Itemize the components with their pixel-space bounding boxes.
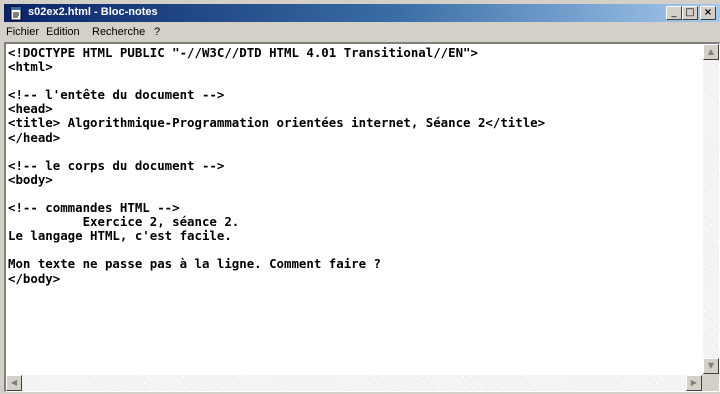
menu-fichier[interactable]: Fichier	[6, 26, 39, 38]
text-line[interactable]: <head>	[8, 102, 701, 116]
minimize-button[interactable]: _	[666, 6, 682, 20]
text-line[interactable]: </head>	[8, 130, 701, 145]
editor-text-area[interactable]: <!DOCTYPE HTML PUBLIC "-//W3C//DTD HTML …	[8, 46, 701, 373]
text-line[interactable]	[8, 187, 701, 201]
text-line[interactable]	[8, 145, 701, 159]
maximize-button[interactable]: □	[682, 6, 698, 20]
vertical-scrollbar[interactable]: ▲ ▼	[703, 44, 719, 374]
menu-recherche[interactable]: Recherche	[92, 26, 145, 38]
text-line[interactable]: <!-- commandes HTML -->	[8, 200, 701, 215]
text-line[interactable]: <title> Algorithmique-Programmation orie…	[8, 116, 701, 130]
text-line[interactable]: Mon texte ne passe pas à la ligne. Comme…	[8, 257, 701, 271]
text-line[interactable]	[8, 74, 701, 88]
text-line[interactable]: <!-- le corps du document -->	[8, 158, 701, 173]
text-line[interactable]: <body>	[8, 172, 701, 187]
notepad-icon	[10, 6, 22, 21]
window-title: s02ex2.html - Bloc-notes	[28, 6, 158, 18]
text-line[interactable]	[8, 243, 701, 257]
text-line[interactable]: <!DOCTYPE HTML PUBLIC "-//W3C//DTD HTML …	[8, 46, 701, 60]
scroll-down-button[interactable]: ▼	[703, 358, 719, 374]
scroll-left-button[interactable]: ◀	[6, 375, 22, 391]
caption-buttons: _ □ ×	[666, 6, 716, 20]
notepad-window: s02ex2.html - Bloc-notes _ □ × Fichier E…	[0, 0, 720, 394]
text-editor[interactable]: <!DOCTYPE HTML PUBLIC "-//W3C//DTD HTML …	[4, 42, 720, 392]
menu-help[interactable]: ?	[154, 26, 160, 38]
menu-edition[interactable]: Edition	[46, 26, 80, 38]
text-line[interactable]: Le langage HTML, c'est facile.	[8, 229, 701, 243]
size-grip[interactable]	[702, 374, 719, 391]
text-line[interactable]: <!-- l'entête du document -->	[8, 88, 701, 102]
scroll-up-button[interactable]: ▲	[703, 44, 719, 60]
menu-bar: Fichier Edition Recherche ?	[4, 24, 720, 42]
close-button[interactable]: ×	[700, 6, 716, 20]
text-line[interactable]: Exercice 2, séance 2.	[8, 215, 701, 229]
horizontal-scrollbar[interactable]: ◀ ▶	[6, 375, 702, 391]
title-bar[interactable]: s02ex2.html - Bloc-notes _ □ ×	[4, 4, 720, 22]
scroll-right-button[interactable]: ▶	[686, 375, 702, 391]
text-line[interactable]: </body>	[8, 271, 701, 286]
text-line[interactable]: <html>	[8, 59, 701, 74]
